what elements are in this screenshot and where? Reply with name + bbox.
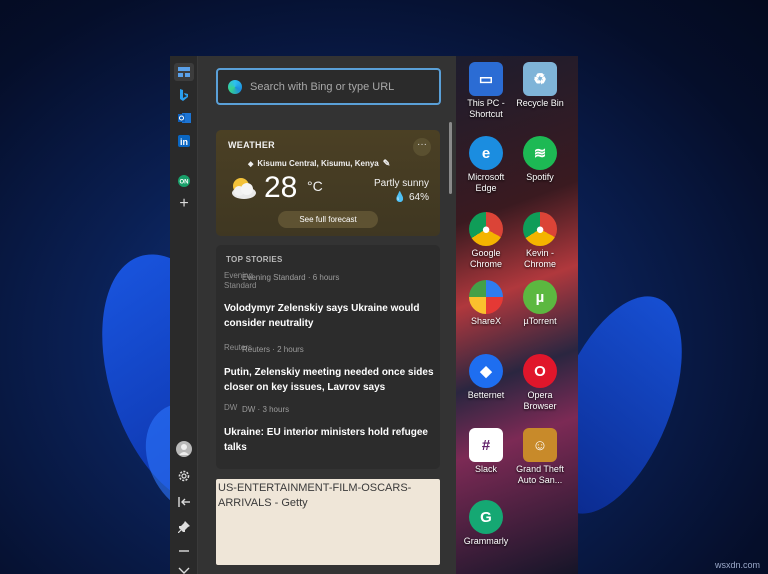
- desktop-icon-opera[interactable]: O Opera Browser: [510, 354, 570, 412]
- bing-icon[interactable]: [174, 86, 194, 104]
- desktop-icon-label: Kevin - Chrome: [523, 248, 556, 269]
- recycle-bin-icon: ♻: [523, 62, 557, 96]
- desktop-icon-betternet[interactable]: ◆ Betternet: [456, 354, 516, 401]
- desktop-area: ▭ This PC - Shortcut ♻ Recycle Bin e Mic…: [456, 56, 578, 574]
- weather-location[interactable]: ◆ Kisumu Central, Kisumu, Kenya ✎: [248, 158, 390, 169]
- minimize-icon[interactable]: [174, 542, 194, 560]
- onenote-icon[interactable]: ON: [174, 172, 194, 190]
- sharex-icon: [469, 280, 503, 314]
- svg-text:in: in: [180, 137, 188, 147]
- edge-icon: e: [469, 136, 503, 170]
- story-headline[interactable]: Ukraine: EU interior ministers hold refu…: [224, 425, 436, 455]
- desktop-icon-label: Grand Theft Auto San...: [516, 464, 564, 485]
- utorrent-icon: µ: [523, 280, 557, 314]
- widgets-panel: WEATHER ··· ◆ Kisumu Central, Kisumu, Ke…: [198, 56, 456, 574]
- desktop-icon-label: Opera Browser: [523, 390, 557, 411]
- settings-icon[interactable]: [174, 467, 194, 485]
- location-pin-icon: ◆: [248, 160, 254, 168]
- source-meta: Reuters · 2 hours: [242, 345, 304, 354]
- edge-icon: [228, 79, 242, 94]
- desktop-icon-this-pc[interactable]: ▭ This PC - Shortcut: [456, 62, 516, 120]
- widgets-side-rail: in ON +: [170, 56, 198, 574]
- watermark: wsxdn.com: [714, 560, 760, 570]
- desktop-icon-label: Betternet: [467, 390, 505, 400]
- humidity-value: 💧 64%: [394, 192, 429, 203]
- betternet-icon: ◆: [469, 354, 503, 388]
- desktop-icon-gta[interactable]: ☺ Grand Theft Auto San...: [510, 428, 570, 486]
- desktop-icon-label: Spotify: [526, 172, 554, 182]
- see-full-forecast-button[interactable]: See full forecast: [278, 211, 378, 228]
- top-stories-title: TOP STORIES: [226, 255, 283, 264]
- monitor-icon: ▭: [469, 62, 503, 96]
- story-source: Evening Standard Evening Standard · 6 ho…: [224, 271, 436, 293]
- story-item[interactable]: DW DW · 3 hours Ukraine: EU interior min…: [224, 403, 436, 455]
- desktop-icon-slack[interactable]: # Slack: [456, 428, 516, 475]
- desktop-icon-recycle-bin[interactable]: ♻ Recycle Bin: [510, 62, 570, 109]
- desktop-icon-label: µTorrent: [523, 316, 557, 326]
- chrome-profile-icon: ●: [523, 212, 557, 246]
- more-options-button[interactable]: ···: [413, 138, 431, 156]
- desktop-icon-label: Google Chrome: [469, 248, 502, 269]
- humidity-text: 64%: [408, 192, 429, 203]
- linkedin-icon[interactable]: in: [174, 132, 194, 150]
- pin-icon[interactable]: [174, 518, 194, 536]
- desktop-icon-edge[interactable]: e Microsoft Edge: [456, 136, 516, 194]
- slack-icon: #: [469, 428, 503, 462]
- search-box[interactable]: [216, 68, 441, 105]
- story-headline[interactable]: Putin, Zelenskiy meeting needed once sid…: [224, 365, 436, 395]
- weather-title: WEATHER: [228, 140, 275, 150]
- story-headline[interactable]: Volodymyr Zelenskiy says Ukraine would c…: [224, 301, 436, 331]
- desktop-icon-utorrent[interactable]: µ µTorrent: [510, 280, 570, 327]
- svg-text:ON: ON: [180, 180, 189, 186]
- desktop-icon-label: Grammarly: [463, 536, 509, 546]
- chrome-icon: ●: [469, 212, 503, 246]
- desktop-icon-label: Recycle Bin: [516, 98, 564, 108]
- image-news-card[interactable]: US-ENTERTAINMENT-FILM-OSCARS-ARRIVALS - …: [216, 479, 440, 565]
- search-input[interactable]: [250, 80, 430, 93]
- story-item[interactable]: Reuters Reuters · 2 hours Putin, Zelensk…: [224, 343, 436, 395]
- desktop-icon-label: Slack: [474, 464, 497, 474]
- desktop-icon-kevin-chrome[interactable]: ● Kevin - Chrome: [510, 212, 570, 270]
- image-alt-text: US-ENTERTAINMENT-FILM-OSCARS-ARRIVALS - …: [218, 482, 412, 509]
- desktop-icon-label: Microsoft Edge: [467, 172, 505, 193]
- add-icon[interactable]: +: [174, 195, 194, 213]
- source-meta: DW · 3 hours: [242, 405, 290, 414]
- story-source: Reuters Reuters · 2 hours: [224, 343, 436, 365]
- avatar[interactable]: [174, 440, 194, 458]
- collapse-icon[interactable]: [174, 493, 194, 511]
- weather-card[interactable]: WEATHER ··· ◆ Kisumu Central, Kisumu, Ke…: [216, 130, 440, 236]
- temperature-value: 28: [264, 171, 298, 204]
- droplet-icon: 💧: [393, 192, 407, 203]
- story-source: DW DW · 3 hours: [224, 403, 436, 425]
- story-item[interactable]: Evening Standard Evening Standard · 6 ho…: [224, 271, 436, 331]
- desktop-icon-sharex[interactable]: ShareX: [456, 280, 516, 327]
- desktop-icon-grammarly[interactable]: G Grammarly: [456, 500, 516, 547]
- opera-icon: O: [523, 354, 557, 388]
- location-label: Kisumu Central, Kisumu, Kenya: [257, 159, 379, 168]
- widgets-icon[interactable]: [174, 63, 194, 81]
- outlook-icon[interactable]: [174, 109, 194, 127]
- scrollbar[interactable]: [449, 122, 452, 194]
- desktop-icon-chrome[interactable]: ● Google Chrome: [456, 212, 516, 270]
- desktop-icon-label: This PC - Shortcut: [467, 98, 505, 119]
- grammarly-icon: G: [469, 500, 503, 534]
- top-stories-card: TOP STORIES Evening Standard Evening Sta…: [216, 245, 440, 469]
- spotify-icon: ≋: [523, 136, 557, 170]
- source-meta: Evening Standard · 6 hours: [242, 273, 340, 282]
- desktop-icon-spotify[interactable]: ≋ Spotify: [510, 136, 570, 183]
- edit-pencil-icon[interactable]: ✎: [383, 158, 391, 169]
- chevron-down-icon[interactable]: [174, 562, 194, 574]
- partly-sunny-icon: [228, 175, 258, 201]
- gta-icon: ☺: [523, 428, 557, 462]
- temperature-unit: °C: [307, 178, 323, 194]
- weather-condition: Partly sunny: [373, 178, 429, 189]
- desktop-icon-label: ShareX: [470, 316, 502, 326]
